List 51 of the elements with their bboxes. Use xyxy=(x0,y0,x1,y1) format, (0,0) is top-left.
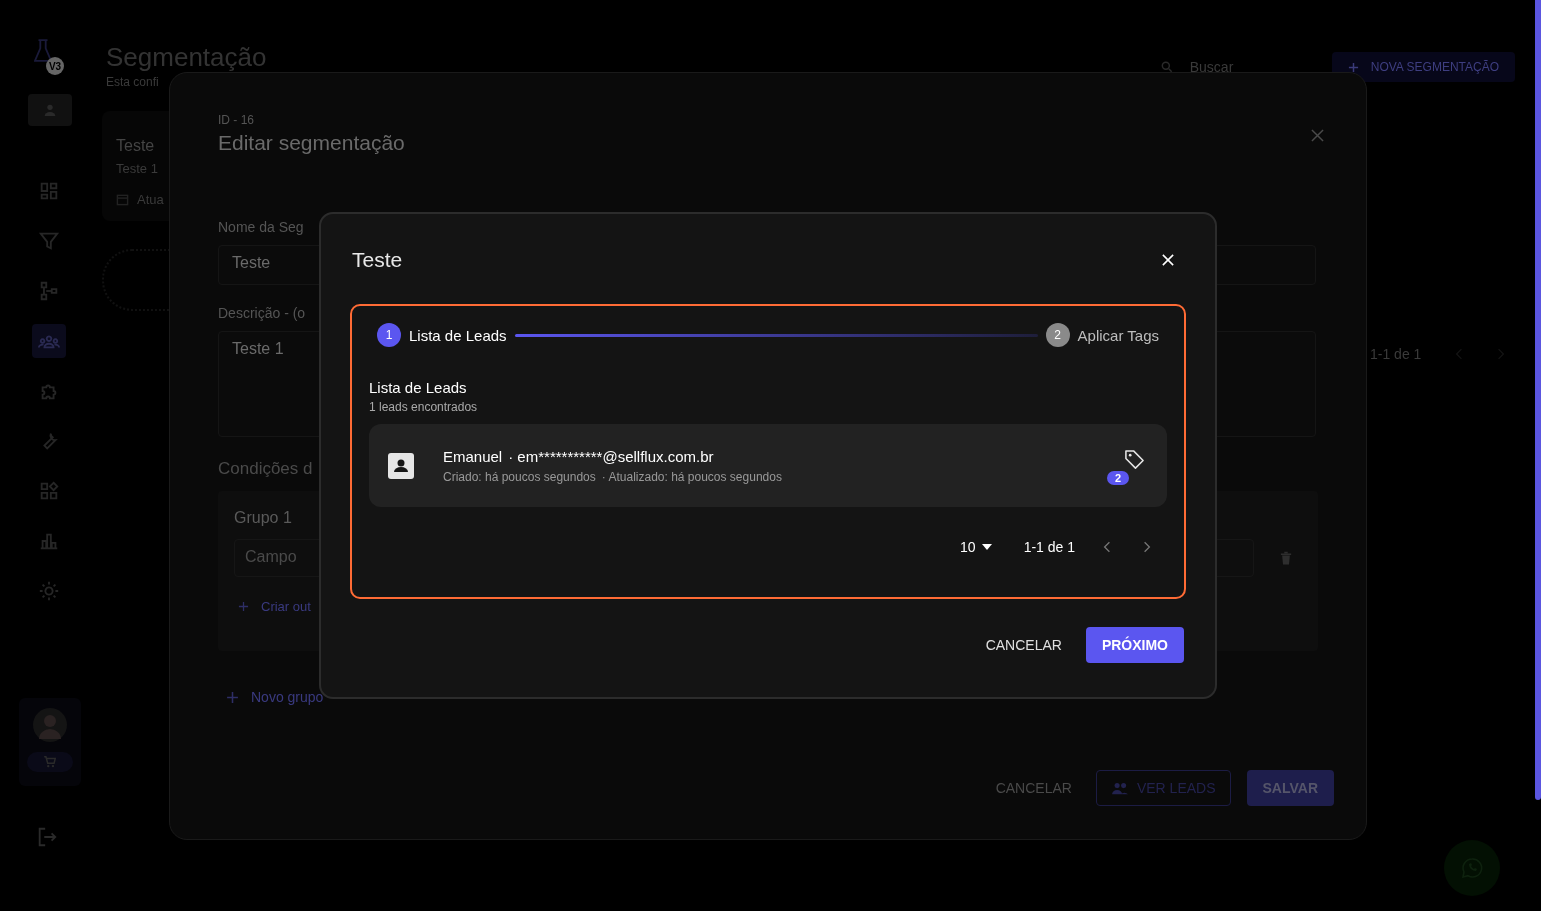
plus-icon xyxy=(226,690,239,704)
lead-name: Emanuel xyxy=(443,447,503,465)
caret-icon xyxy=(981,544,992,550)
plus-icon xyxy=(1347,61,1359,73)
next-page-icon[interactable] xyxy=(1143,541,1151,553)
flask-icon xyxy=(34,38,52,64)
previous-page-icon[interactable] xyxy=(1103,541,1111,553)
search-field[interactable]: Buscar xyxy=(1159,58,1272,76)
field-label: Descrição - (o xyxy=(218,305,306,321)
calendar-icon xyxy=(116,193,129,206)
segment-name: Teste xyxy=(116,137,155,155)
leads-count: 1 leads encontrados xyxy=(369,400,478,414)
dialog-title: Editar segmentação xyxy=(218,131,405,155)
next-button[interactable]: PRÓXIMO xyxy=(1085,627,1184,663)
section-title: Condições d xyxy=(218,459,313,479)
page-size-select[interactable]: 10 xyxy=(960,539,992,555)
segment-id: ID - 16 xyxy=(218,113,254,127)
field-label: Nome da Seg xyxy=(218,219,304,235)
cart-icon xyxy=(43,755,57,769)
user-icon xyxy=(42,102,58,118)
lead-created: Criado: há poucos segundos xyxy=(443,469,596,484)
step-label[interactable]: Aplicar Tags xyxy=(1077,326,1159,344)
cancel-button[interactable]: CANCELAR xyxy=(983,629,1064,661)
section-title: Lista de Leads xyxy=(369,379,467,396)
lead-updated: · Atualizado: há poucos segundos xyxy=(601,469,782,484)
chat-button[interactable] xyxy=(1444,840,1500,896)
logout-icon[interactable] xyxy=(36,826,58,848)
group-title: Grupo 1 xyxy=(234,509,292,527)
scrollbar[interactable] xyxy=(1535,0,1541,800)
pagination-range: 1-1 de 1 xyxy=(1023,539,1075,555)
cart-button[interactable] xyxy=(27,752,73,772)
filter-icon xyxy=(37,230,60,252)
trash-icon[interactable] xyxy=(1280,550,1292,566)
dialog-title: Teste xyxy=(352,248,403,272)
step-label[interactable]: Lista de Leads xyxy=(409,326,507,344)
lead-email: · em***********@sellflux.com.br xyxy=(508,447,714,465)
people-icon xyxy=(1110,781,1129,795)
lead-card[interactable]: Emanuel · em***********@sellflux.com.br Criado: há poucos segundos · Atualizado: há poucos segundos 2 xyxy=(369,424,1167,507)
contact-icon xyxy=(388,452,414,479)
search-icon xyxy=(1159,60,1174,74)
version-badge: V3 xyxy=(46,57,64,75)
page-subtitle: Esta confi xyxy=(106,75,160,89)
tag-icon[interactable] xyxy=(1124,448,1145,470)
tag-count-badge: 2 xyxy=(1107,470,1129,485)
step-number[interactable]: 2 xyxy=(1045,323,1070,347)
people-nav-item[interactable] xyxy=(31,324,66,358)
pagination-range: 1-1 de 1 xyxy=(1370,346,1422,362)
plus-icon xyxy=(238,601,249,612)
step-number[interactable]: 1 xyxy=(377,323,401,347)
account-button[interactable] xyxy=(28,94,72,126)
avatar[interactable] xyxy=(33,708,67,742)
